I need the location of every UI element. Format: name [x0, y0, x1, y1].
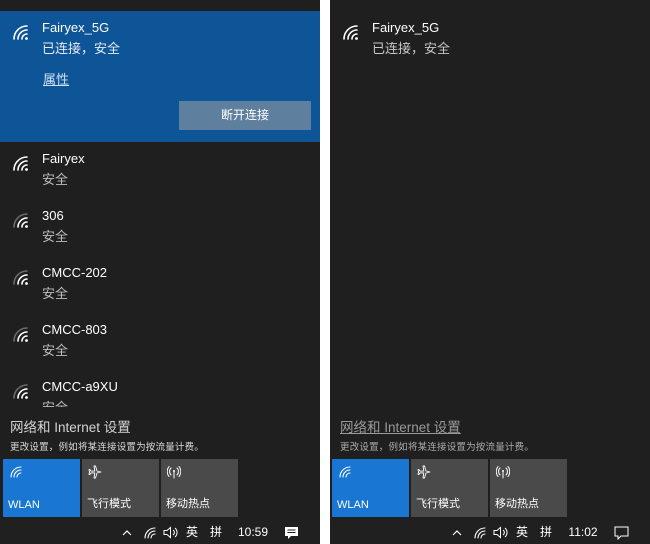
network-status: 已连接，安全: [42, 41, 121, 56]
tile-label: WLAN: [8, 499, 40, 511]
tile-label: 移动热点: [166, 498, 210, 510]
mobile-hotspot-tile[interactable]: 移动热点: [490, 459, 567, 517]
network-item-fairyex-5g[interactable]: Fairyex_5G 已连接，安全: [330, 11, 650, 68]
network-item-cmcc-202[interactable]: CMCC-202 安全: [0, 256, 320, 313]
action-center-icon[interactable]: [284, 525, 299, 540]
action-center-icon[interactable]: [614, 525, 629, 540]
wifi-signal-weak-icon: [13, 270, 28, 285]
wifi-signal-weak-icon: [13, 384, 28, 399]
clock[interactable]: 10:59: [236, 521, 270, 544]
wifi-signal-icon: [13, 156, 28, 171]
network-status: 安全: [42, 343, 69, 358]
volume-icon[interactable]: [163, 525, 179, 540]
wifi-signal-weak-icon: [13, 213, 28, 228]
ime-mode-indicator[interactable]: 拼: [208, 521, 224, 544]
network-settings-description: 更改设置，例如将某连接设置为按流量计费。: [10, 442, 205, 453]
network-item-cmcc-803[interactable]: CMCC-803 安全: [0, 313, 320, 370]
network-settings-section: 网络和 Internet 设置 更改设置，例如将某连接设置为按流量计费。: [10, 416, 320, 453]
network-status: 安全: [42, 397, 68, 407]
taskbar: 英 拼 10:59: [0, 521, 320, 544]
network-ssid: Fairyex: [42, 151, 85, 166]
airplane-mode-tile[interactable]: 飞行模式: [82, 459, 159, 517]
network-ssid: CMCC-803: [42, 322, 108, 337]
network-flyout-left: Fairyex_5G 已连接，安全 属性 断开连接 Fairyex 安全 306…: [0, 0, 320, 544]
network-status: 安全: [42, 172, 69, 187]
wifi-icon: [10, 466, 22, 478]
taskbar: 英 拼 11:02: [330, 521, 650, 544]
disconnect-button[interactable]: 断开连接: [179, 101, 311, 130]
network-settings-link[interactable]: 网络和 Internet 设置: [340, 416, 650, 436]
quick-actions: WLAN 飞行模式 移动热点: [2, 459, 320, 517]
chevron-up-icon[interactable]: [121, 525, 133, 540]
network-ssid: CMCC-a9XU: [42, 379, 118, 394]
clock[interactable]: 11:02: [566, 521, 600, 544]
network-list: Fairyex_5G 已连接，安全: [330, 11, 650, 407]
network-item-cmcc-a9xu[interactable]: CMCC-a9XU 安全: [0, 370, 320, 407]
quick-actions: WLAN 飞行模式 移动热点: [331, 459, 650, 517]
airplane-icon: [417, 465, 431, 479]
network-settings-description: 更改设置，例如将某连接设置为按流量计费。: [340, 442, 535, 453]
network-status: 安全: [42, 229, 69, 244]
network-icon[interactable]: [473, 525, 487, 540]
wifi-signal-weak-icon: [13, 327, 28, 342]
network-item-fairyex-5g[interactable]: Fairyex_5G 已连接，安全 属性 断开连接: [0, 11, 320, 142]
airplane-mode-tile[interactable]: 飞行模式: [411, 459, 488, 517]
airplane-icon: [88, 465, 102, 479]
wlan-toggle-tile[interactable]: WLAN: [332, 459, 409, 517]
network-item-fairyex[interactable]: Fairyex 安全: [0, 142, 320, 199]
network-ssid: CMCC-202: [42, 265, 108, 280]
ime-mode-indicator[interactable]: 拼: [538, 521, 554, 544]
hotspot-icon: [167, 466, 181, 479]
volume-icon[interactable]: [493, 525, 509, 540]
network-list: Fairyex_5G 已连接，安全 属性 断开连接 Fairyex 安全 306…: [0, 11, 320, 407]
network-ssid: Fairyex_5G: [372, 20, 440, 35]
tile-label: 移动热点: [495, 498, 539, 510]
network-ssid: Fairyex_5G: [42, 20, 110, 35]
network-item-306[interactable]: 306 安全: [0, 199, 320, 256]
network-ssid: 306: [42, 208, 64, 223]
wifi-icon: [339, 466, 351, 478]
wifi-signal-icon: [13, 25, 28, 40]
tile-label: 飞行模式: [416, 498, 460, 510]
network-status: 已连接，安全: [372, 41, 451, 56]
network-settings-section: 网络和 Internet 设置 更改设置，例如将某连接设置为按流量计费。: [340, 416, 650, 453]
wifi-signal-icon: [343, 25, 358, 40]
tile-label: WLAN: [337, 499, 369, 511]
network-flyout-right: Fairyex_5G 已连接，安全 网络和 Internet 设置 更改设置，例…: [330, 0, 650, 544]
mobile-hotspot-tile[interactable]: 移动热点: [161, 459, 238, 517]
chevron-up-icon[interactable]: [451, 525, 463, 540]
ime-language-indicator[interactable]: 英: [514, 521, 530, 544]
properties-link[interactable]: 属性: [43, 69, 69, 88]
tile-label: 飞行模式: [87, 498, 131, 510]
ime-language-indicator[interactable]: 英: [184, 521, 200, 544]
network-settings-link[interactable]: 网络和 Internet 设置: [10, 416, 320, 436]
wlan-toggle-tile[interactable]: WLAN: [3, 459, 80, 517]
network-icon[interactable]: [143, 525, 157, 540]
network-status: 安全: [42, 286, 69, 301]
hotspot-icon: [496, 466, 510, 479]
